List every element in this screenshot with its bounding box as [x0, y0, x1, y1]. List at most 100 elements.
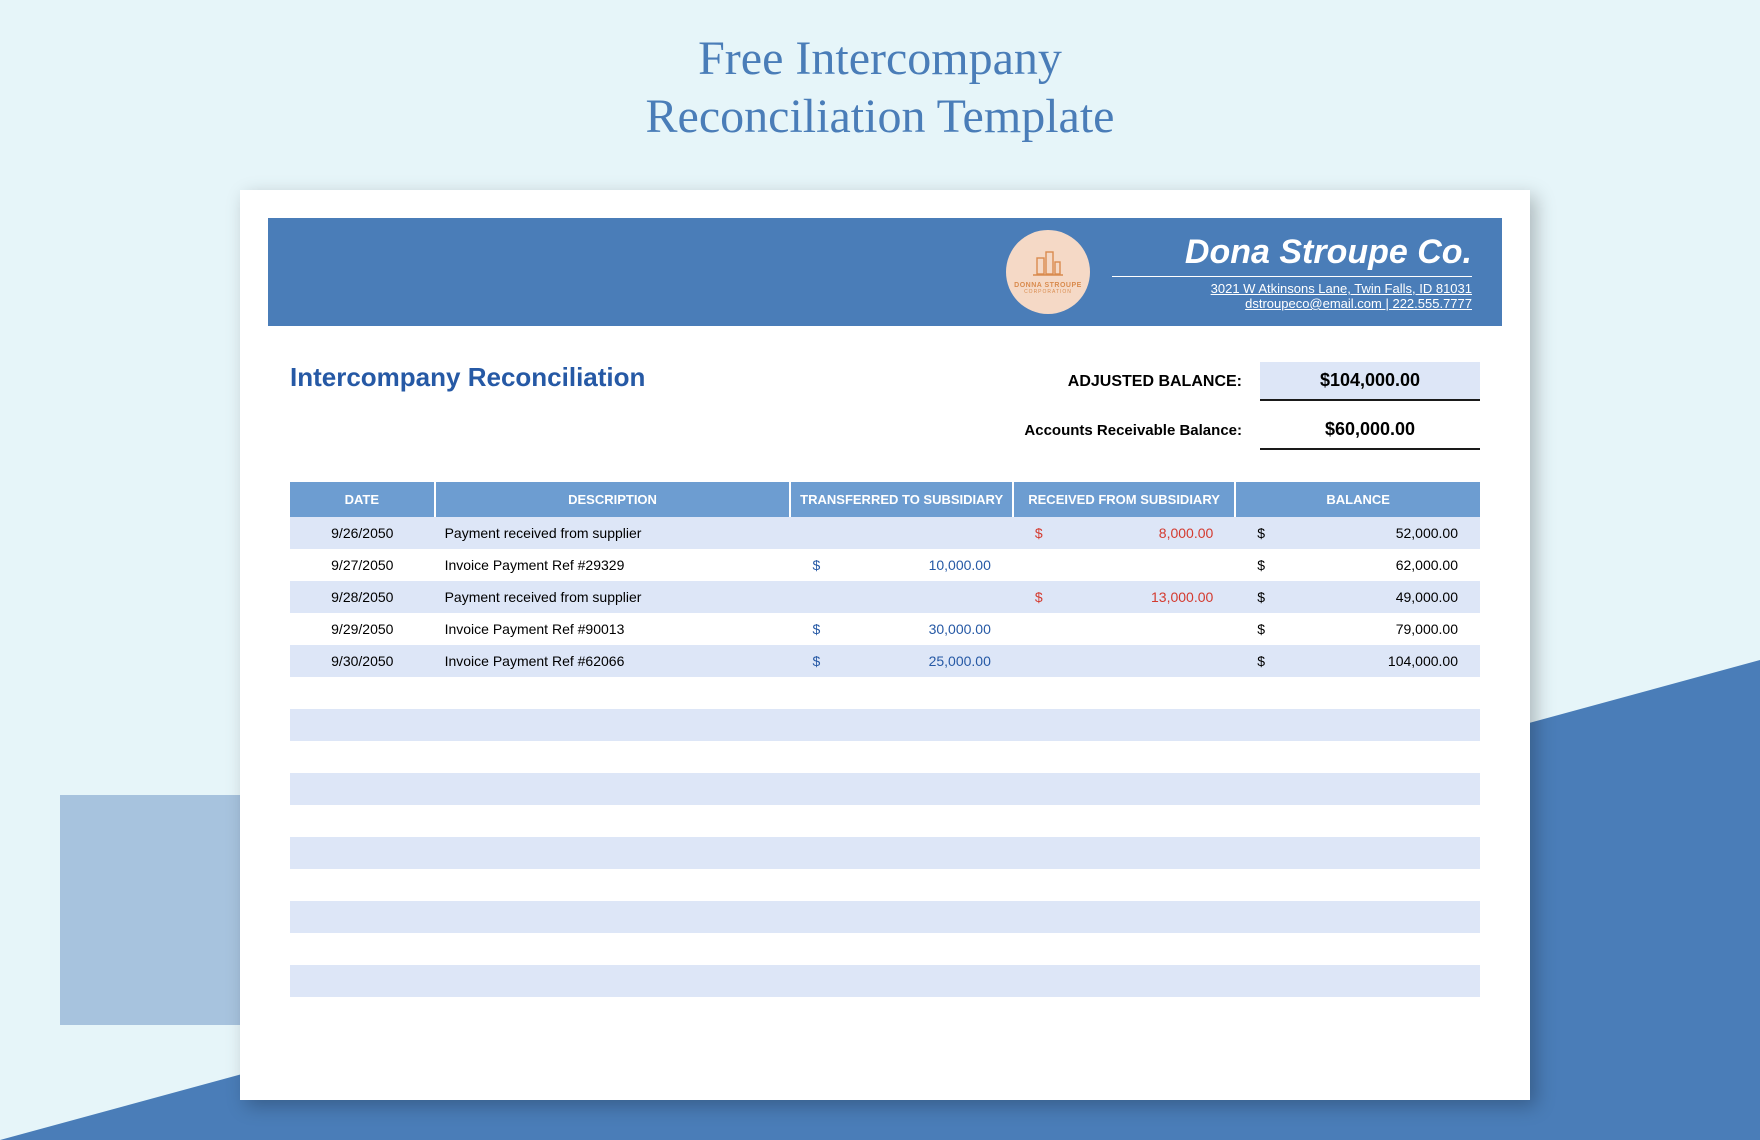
table-row-empty	[290, 933, 1480, 965]
table-row-empty	[290, 869, 1480, 901]
logo-text: DONNA STROUPE	[1014, 282, 1082, 289]
table-row: 9/26/2050Payment received from supplier$…	[290, 517, 1480, 549]
dollar-sign: $	[1035, 525, 1043, 541]
cell-transferred: $10,000.00	[790, 549, 1012, 581]
cell-empty	[790, 869, 1012, 901]
cell-description: Payment received from supplier	[435, 581, 791, 613]
table-row: 9/29/2050Invoice Payment Ref #90013$30,0…	[290, 613, 1480, 645]
cell-transferred: $25,000.00	[790, 645, 1012, 677]
cell-received	[1013, 549, 1235, 581]
cell-empty	[1013, 869, 1235, 901]
cell-transferred	[790, 517, 1012, 549]
cell-empty	[790, 837, 1012, 869]
dollar-sign: $	[1257, 525, 1265, 541]
cell-received: $13,000.00	[1013, 581, 1235, 613]
cell-empty	[790, 901, 1012, 933]
cell-empty	[1235, 805, 1480, 837]
table-row-empty	[290, 709, 1480, 741]
cell-empty	[1013, 805, 1235, 837]
cell-empty	[1235, 837, 1480, 869]
company-info: Dona Stroupe Co. 3021 W Atkinsons Lane, …	[1112, 233, 1472, 311]
cell-empty	[290, 677, 435, 709]
amount: 25,000.00	[929, 653, 991, 669]
cell-transferred	[790, 581, 1012, 613]
amount: 13,000.00	[1151, 589, 1213, 605]
table-row: 9/28/2050Payment received from supplier $…	[290, 581, 1480, 613]
col-header-received: RECEIVED FROM SUBSIDIARY	[1013, 482, 1235, 517]
cell-empty	[1013, 677, 1235, 709]
cell-empty	[790, 933, 1012, 965]
cell-date: 9/30/2050	[290, 645, 435, 677]
table-row-empty	[290, 773, 1480, 805]
table-row-empty	[290, 901, 1480, 933]
header-divider	[1112, 276, 1472, 277]
table-row: 9/27/2050Invoice Payment Ref #29329$10,0…	[290, 549, 1480, 581]
ar-balance-value: $60,000.00	[1260, 411, 1480, 450]
cell-empty	[790, 965, 1012, 997]
adjusted-balance-row: ADJUSTED BALANCE: $104,000.00	[1024, 362, 1480, 401]
dollar-sign: $	[1257, 589, 1265, 605]
table-row: 9/30/2050Invoice Payment Ref #62066$25,0…	[290, 645, 1480, 677]
cell-balance: $49,000.00	[1235, 581, 1480, 613]
amount: 62,000.00	[1396, 557, 1458, 573]
cell-empty	[435, 677, 791, 709]
cell-empty	[790, 805, 1012, 837]
amount: 8,000.00	[1159, 525, 1214, 541]
dollar-sign: $	[812, 621, 820, 637]
col-header-balance: BALANCE	[1235, 482, 1480, 517]
cell-transferred: $30,000.00	[790, 613, 1012, 645]
table-row-empty	[290, 677, 1480, 709]
adjusted-balance-label: ADJUSTED BALANCE:	[1068, 373, 1260, 391]
cell-empty	[1235, 901, 1480, 933]
cell-empty	[790, 677, 1012, 709]
cell-description: Invoice Payment Ref #62066	[435, 645, 791, 677]
cell-empty	[1013, 901, 1235, 933]
table-body: 9/26/2050Payment received from supplier$…	[290, 517, 1480, 997]
cell-received: $8,000.00	[1013, 517, 1235, 549]
cell-date: 9/28/2050	[290, 581, 435, 613]
dollar-sign: $	[1257, 653, 1265, 669]
cell-balance: $104,000.00	[1235, 645, 1480, 677]
company-address: 3021 W Atkinsons Lane, Twin Falls, ID 81…	[1112, 281, 1472, 296]
dollar-sign: $	[1035, 589, 1043, 605]
document-header: DONNA STROUPE CORPORATION Dona Stroupe C…	[268, 218, 1502, 326]
document-sheet: DONNA STROUPE CORPORATION Dona Stroupe C…	[240, 190, 1530, 1100]
cell-empty	[790, 741, 1012, 773]
cell-empty	[290, 901, 435, 933]
ar-balance-row: Accounts Receivable Balance: $60,000.00	[1024, 411, 1480, 450]
cell-empty	[290, 965, 435, 997]
dollar-sign: $	[1257, 621, 1265, 637]
cell-empty	[1235, 773, 1480, 805]
cell-empty	[290, 805, 435, 837]
section-header-row: Intercompany Reconciliation ADJUSTED BAL…	[240, 326, 1530, 460]
amount: 52,000.00	[1396, 525, 1458, 541]
cell-empty	[290, 869, 435, 901]
company-contact: dstroupeco@email.com | 222.555.7777	[1112, 296, 1472, 311]
company-name: Dona Stroupe Co.	[1112, 233, 1472, 272]
amount: 104,000.00	[1388, 653, 1458, 669]
cell-empty	[290, 709, 435, 741]
cell-description: Invoice Payment Ref #29329	[435, 549, 791, 581]
cell-empty	[290, 837, 435, 869]
amount: 10,000.00	[929, 557, 991, 573]
cell-empty	[1235, 933, 1480, 965]
cell-empty	[1235, 709, 1480, 741]
cell-empty	[435, 837, 791, 869]
cell-description: Payment received from supplier	[435, 517, 791, 549]
cell-empty	[435, 869, 791, 901]
amount: 30,000.00	[929, 621, 991, 637]
cell-date: 9/29/2050	[290, 613, 435, 645]
cell-empty	[1235, 677, 1480, 709]
page-title: Free Intercompany Reconciliation Templat…	[0, 0, 1760, 145]
dollar-sign: $	[812, 557, 820, 573]
building-icon	[1033, 250, 1063, 280]
cell-empty	[1235, 741, 1480, 773]
cell-empty	[435, 933, 791, 965]
cell-date: 9/27/2050	[290, 549, 435, 581]
col-header-description: DESCRIPTION	[435, 482, 791, 517]
section-title: Intercompany Reconciliation	[290, 362, 645, 393]
cell-empty	[790, 709, 1012, 741]
cell-empty	[1013, 837, 1235, 869]
col-header-transferred: TRANSFERRED TO SUBSIDIARY	[790, 482, 1012, 517]
cell-empty	[1013, 709, 1235, 741]
